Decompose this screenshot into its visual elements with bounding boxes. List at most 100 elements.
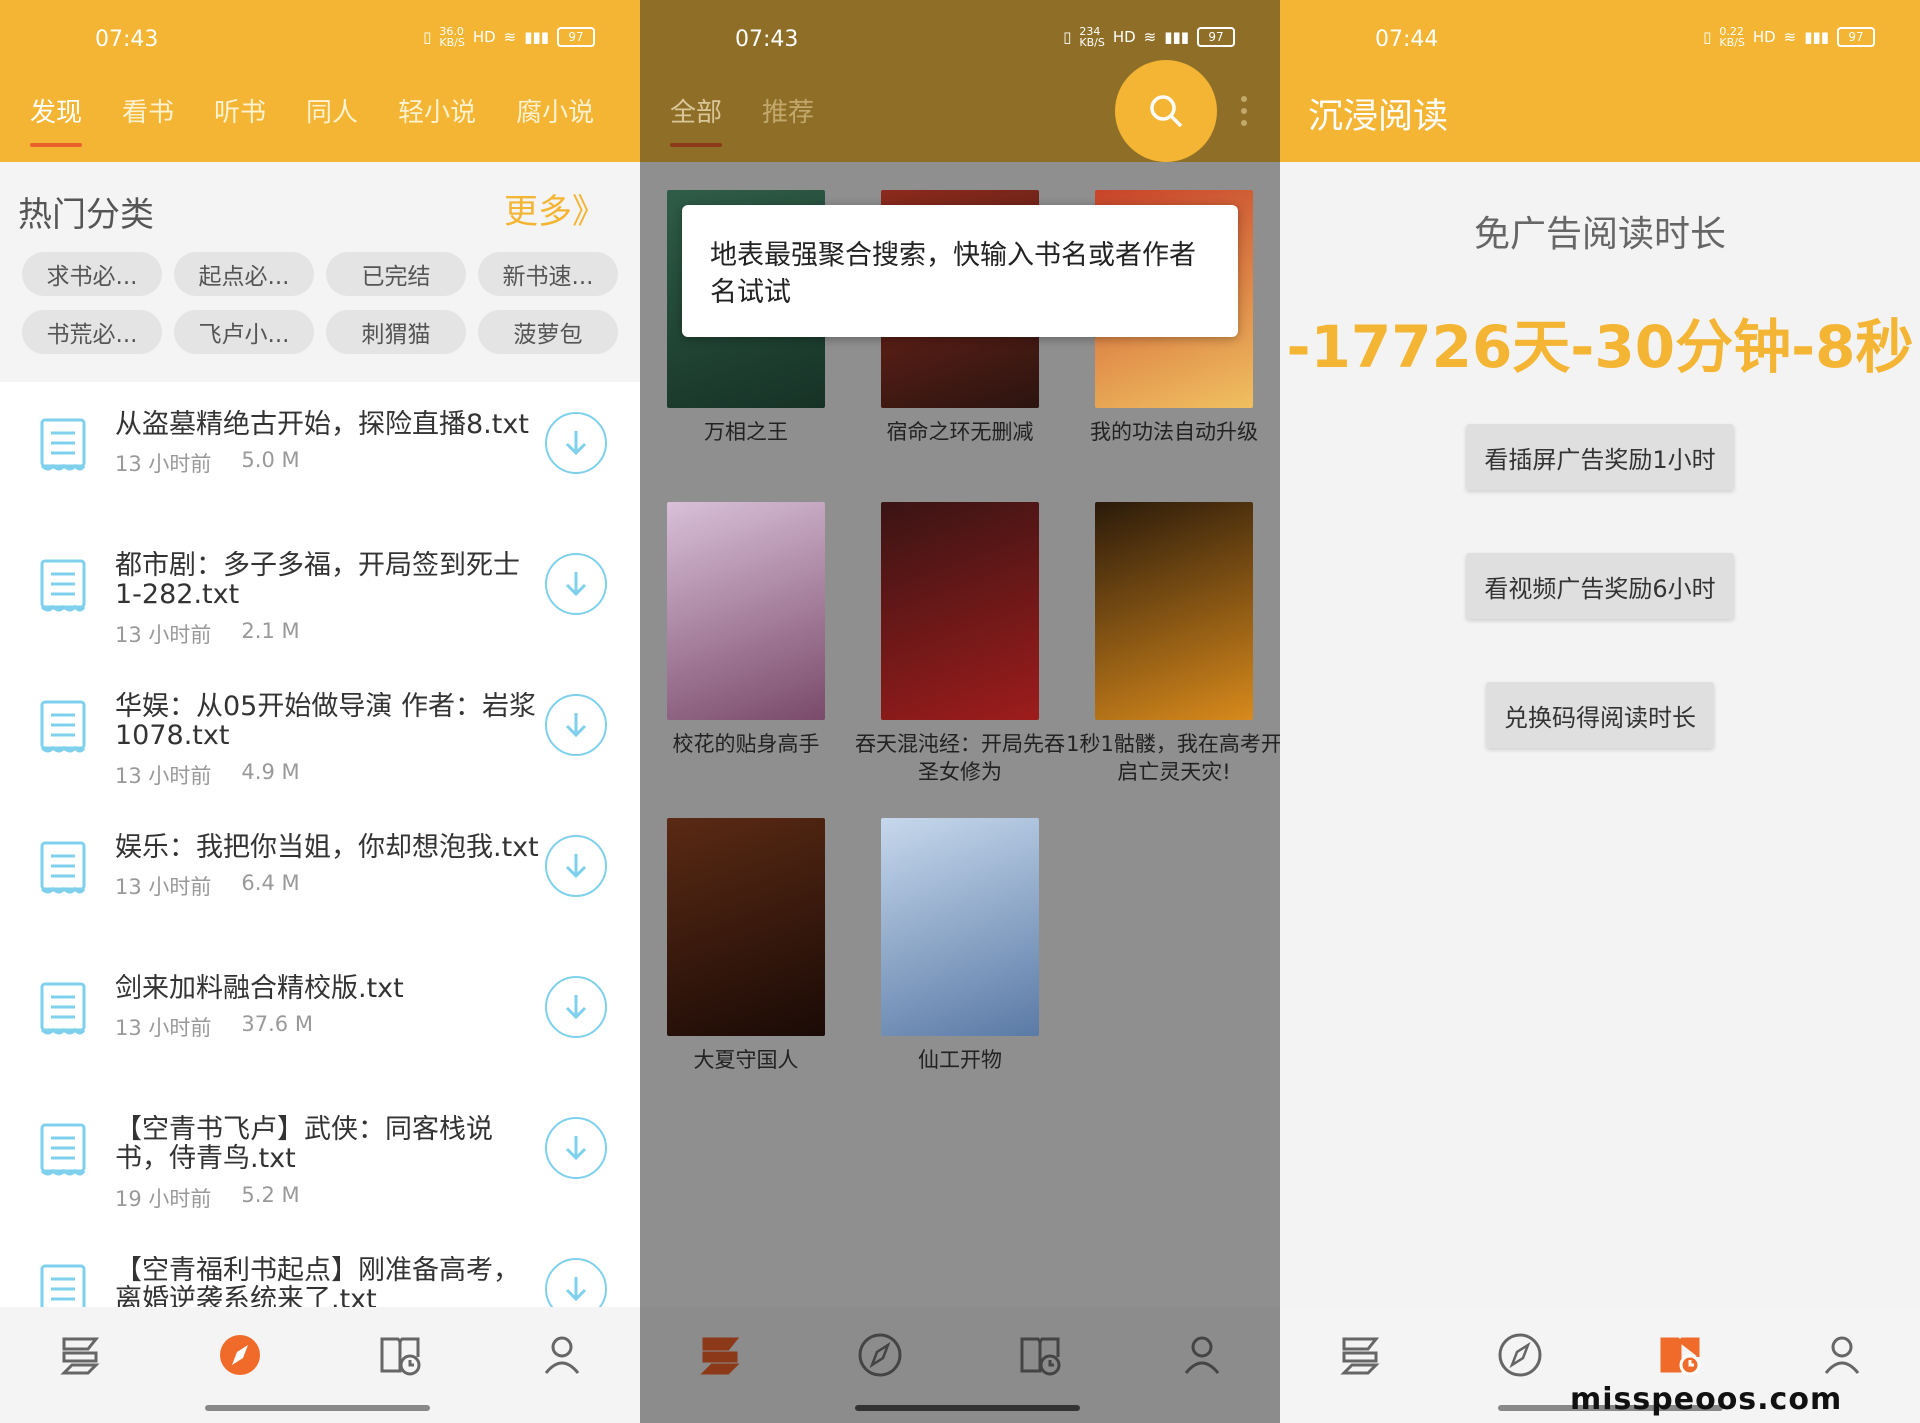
compass-icon[interactable] (1496, 1331, 1544, 1379)
book-item[interactable]: 1秒1骷髅，我在高考开启亡灵天灾! (1066, 502, 1280, 784)
list-item[interactable]: 从盗墓精绝古开始，探险直播8.txt 13 小时前 5.0 M (0, 382, 640, 523)
download-button[interactable] (545, 1117, 607, 1179)
ad-free-heading: 免广告阅读时长 (1473, 214, 1726, 255)
profile-icon[interactable] (1818, 1331, 1866, 1379)
download-button[interactable] (545, 976, 607, 1038)
wifi-icon: ≋ (1143, 28, 1157, 46)
watch-video-ad-button[interactable]: 看视频广告奖励6小时 (1466, 553, 1734, 619)
tab-listen[interactable]: 听书 (214, 92, 266, 129)
download-icon (565, 431, 587, 456)
ad-free-remaining: -17726天-30分钟-8秒 (1286, 313, 1914, 381)
download-icon (565, 995, 587, 1020)
tab-all[interactable]: 全部 (670, 92, 723, 147)
tab-light-novel[interactable]: 轻小说 (398, 92, 476, 129)
search-icon (1150, 95, 1183, 128)
battery-icon: 97 (1197, 27, 1235, 47)
status-time: 07:43 (95, 27, 159, 52)
category-chip[interactable]: 书荒必... (22, 310, 162, 354)
history-icon[interactable] (1016, 1331, 1064, 1379)
category-chip[interactable]: 已完结 (326, 252, 466, 296)
category-chip[interactable]: 飞卢小... (174, 310, 314, 354)
book-title: 校花的贴身高手 (672, 732, 820, 756)
tab-recommend[interactable]: 推荐 (762, 92, 814, 129)
bookshelf-screen: 07:43 ▯ 234 KB/S HD ≋ ▮▮▮ 97 全部 推荐 万相之王 … (640, 0, 1280, 1423)
book-cover[interactable] (667, 502, 825, 720)
tab-fanfic[interactable]: 同人 (306, 92, 358, 129)
document-icon (40, 418, 86, 471)
redeem-code-button[interactable]: 兑换码得阅读时长 (1486, 682, 1714, 748)
hd-icon: HD (472, 28, 496, 46)
book-cover[interactable] (881, 818, 1039, 1036)
file-size: 6.4 M (241, 871, 300, 895)
history-icon[interactable] (1656, 1331, 1704, 1379)
file-name: 【空青书飞卢】武侠：同客栈说 书，侍青鸟.txt (115, 1115, 493, 1173)
book-cover[interactable] (667, 818, 825, 1036)
download-icon (565, 1277, 587, 1302)
search-button[interactable] (1115, 60, 1217, 162)
category-chip[interactable]: 新书速... (478, 252, 618, 296)
profile-icon[interactable] (1178, 1331, 1226, 1379)
category-chip[interactable]: 菠萝包 (478, 310, 618, 354)
file-name: 从盗墓精绝古开始，探险直播8.txt (115, 410, 529, 439)
signal-icon: ▮▮▮ (1164, 28, 1189, 46)
tab-read[interactable]: 看书 (122, 92, 174, 129)
net-speed: 0.22 KB/S (1719, 25, 1745, 49)
battery-icon: 97 (1837, 27, 1875, 47)
wifi-icon: ≋ (503, 28, 517, 46)
book-title: 1秒1骷髅，我在高考开启亡灵天灾! (1066, 732, 1280, 784)
history-icon[interactable] (376, 1331, 424, 1379)
category-chip[interactable]: 求书必... (22, 252, 162, 296)
battery-icon: 97 (557, 27, 595, 47)
book-item[interactable]: 大夏守国人 (667, 818, 825, 1072)
list-item[interactable]: 娱乐：我把你当姐，你却想泡我.txt 13 小时前 6.4 M (0, 805, 640, 946)
compass-icon[interactable] (216, 1331, 264, 1379)
profile-icon[interactable] (538, 1331, 586, 1379)
net-speed: 36.0 KB/S (439, 25, 465, 49)
file-size: 5.0 M (241, 448, 300, 472)
file-name: 华娱：从05开始做导演 作者：岩浆 1078.txt (115, 692, 536, 750)
file-name: 都市剧：多子多福，开局签到死士 1-282.txt (115, 551, 520, 609)
compass-icon[interactable] (856, 1331, 904, 1379)
hot-categories: 热门分类 更多》 求书必... 起点必... 已完结 新书速... 书荒必...… (0, 162, 640, 382)
list-item[interactable]: 【空青书飞卢】武侠：同客栈说 书，侍青鸟.txt 19 小时前 5.2 M (0, 1087, 640, 1228)
download-button[interactable] (545, 694, 607, 756)
more-menu-icon[interactable] (1240, 95, 1248, 127)
list-item[interactable]: 【空青福利书起点】刚准备高考， 离婚逆袭系统来了.txt (0, 1228, 640, 1307)
book-item[interactable]: 校花的贴身高手 (667, 502, 825, 756)
more-link[interactable]: 更多》 (504, 184, 606, 233)
search-tooltip[interactable]: 地表最强聚合搜索，快输入书名或者作者名试试 (682, 205, 1238, 337)
book-item[interactable]: 吞天混沌经：开局先吞圣女修为 (855, 502, 1065, 784)
book-cover[interactable] (1095, 502, 1253, 720)
download-icon (565, 572, 587, 597)
list-item[interactable]: 都市剧：多子多福，开局签到死士 1-282.txt 13 小时前 2.1 M (0, 523, 640, 664)
file-name: 娱乐：我把你当姐，你却想泡我.txt (115, 833, 539, 862)
download-button[interactable] (545, 412, 607, 474)
file-name: 【空青福利书起点】刚准备高考， 离婚逆袭系统来了.txt (115, 1256, 520, 1307)
download-button[interactable] (545, 835, 607, 897)
file-time: 19 小时前 (115, 1187, 212, 1211)
bookshelf-icon[interactable] (696, 1331, 744, 1379)
tab-bl-novel[interactable]: 腐小说 (516, 92, 594, 129)
list-item[interactable]: 剑来加料融合精校版.txt 13 小时前 37.6 M (0, 946, 640, 1087)
file-size: 4.9 M (241, 760, 300, 784)
category-chip[interactable]: 起点必... (174, 252, 314, 296)
download-button[interactable] (545, 1258, 607, 1307)
page-title: 沉浸阅读 (1308, 97, 1449, 137)
list-item[interactable]: 华娱：从05开始做导演 作者：岩浆 1078.txt 13 小时前 4.9 M (0, 664, 640, 805)
download-button[interactable] (545, 553, 607, 615)
file-time: 13 小时前 (115, 1016, 212, 1040)
status-time: 07:44 (1375, 27, 1439, 52)
bottom-nav (0, 1307, 640, 1423)
watch-interstitial-ad-button[interactable]: 看插屏广告奖励1小时 (1466, 424, 1734, 490)
reading-time-screen: 07:44 ▯ 0.22 KB/S HD ≋ ▮▮▮ 97 沉浸阅读 免广告阅读… (1280, 0, 1920, 1423)
bookshelf-icon[interactable] (56, 1331, 104, 1379)
hd-icon: HD (1752, 28, 1776, 46)
tab-discover[interactable]: 发现 (30, 92, 83, 147)
hd-icon: HD (1112, 28, 1136, 46)
book-cover[interactable] (881, 502, 1039, 720)
bookshelf-icon[interactable] (1336, 1331, 1384, 1379)
document-icon (40, 982, 86, 1035)
book-item[interactable]: 仙工开物 (881, 818, 1039, 1072)
category-chip[interactable]: 刺猬猫 (326, 310, 466, 354)
file-time: 13 小时前 (115, 452, 212, 476)
